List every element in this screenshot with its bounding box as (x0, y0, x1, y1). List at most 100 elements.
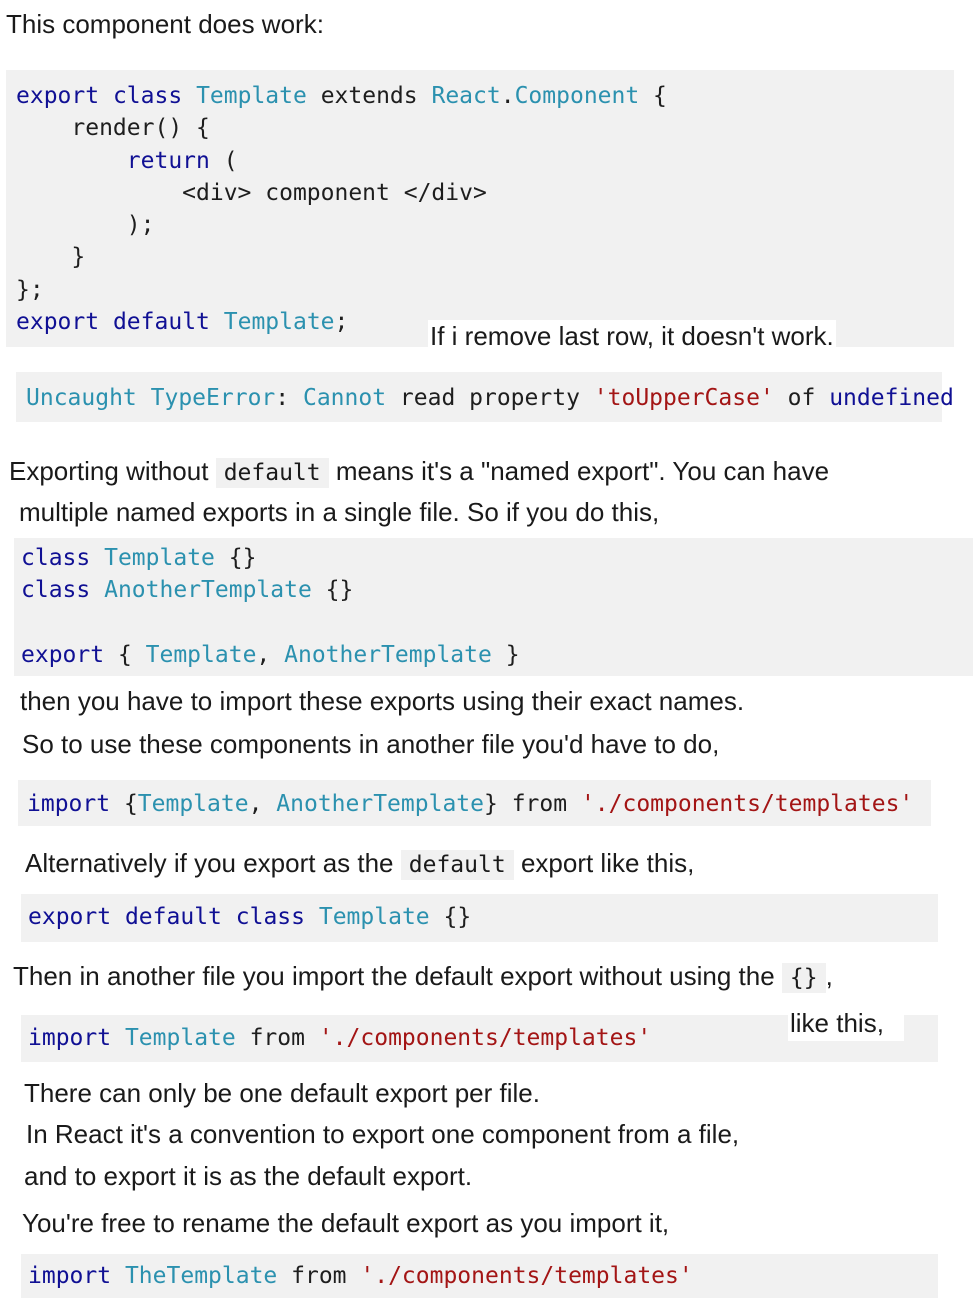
code-token: default (124, 904, 222, 930)
code-token: read property (386, 385, 594, 411)
code-token: <div> component </div> (16, 179, 487, 206)
code-line: Uncaught TypeError: Cannot read property… (26, 382, 954, 414)
code-line: import {Template, AnotherTemplate} from … (27, 788, 931, 820)
code-token: class (112, 83, 183, 109)
code-token: 'toUpperCase' (593, 385, 774, 411)
code-token: Uncaught (26, 385, 137, 411)
code-block-named-exports: class Template {} class AnotherTemplate {… (14, 538, 973, 676)
para-text: export like this, (520, 848, 695, 878)
code-token: Component (514, 83, 640, 109)
code-line: <div> component </div> (16, 177, 954, 209)
code-token: class (235, 904, 305, 930)
code-token: export (21, 641, 105, 668)
code-token: Template (318, 904, 430, 930)
code-token: {} (429, 904, 472, 930)
para-import-names-line1: then you have to import these exports us… (20, 686, 745, 716)
code-token: import (28, 1025, 112, 1051)
code-line: export class Template extends React.Comp… (16, 80, 954, 112)
code-token: Template (137, 791, 249, 817)
code-token: ); (16, 212, 155, 239)
code-token: from (235, 1025, 319, 1051)
code-token: AnotherTemplate (284, 641, 492, 668)
code-token: Template (196, 83, 307, 109)
code-token: return (126, 147, 210, 174)
code-token: extends (306, 83, 432, 109)
code-token: React (431, 83, 501, 109)
para-text: Exporting without (9, 456, 209, 486)
para-one-default-line4: You're free to rename the default export… (22, 1208, 670, 1238)
para-import-default: Then in another file you import the defa… (13, 960, 833, 994)
code-token: export (16, 83, 100, 109)
inline-code-braces: {} (781, 963, 826, 993)
code-token: {} (214, 545, 257, 571)
code-line: class Template {} (21, 542, 973, 574)
code-line: export default class Template {} (28, 901, 938, 933)
code-token: './components/templates' (318, 1025, 652, 1051)
code-line: import TheTemplate from './components/te… (28, 1260, 938, 1292)
code-token: Template (124, 1025, 236, 1051)
code-token: render() { (16, 115, 210, 142)
code-block-error: Uncaught TypeError: Cannot read property… (16, 372, 954, 422)
code-line: ); (16, 209, 954, 241)
code-token: Template (104, 545, 215, 571)
code-token: : (275, 385, 303, 411)
code-token: TypeError (150, 385, 276, 411)
code-token: import (27, 791, 111, 817)
para-text: Alternatively if you export as the (25, 848, 394, 878)
code-token: export (16, 309, 100, 336)
code-token: Cannot (302, 385, 387, 411)
code-token: ; (334, 309, 349, 336)
code-block-import-named: import {Template, AnotherTemplate} from … (18, 780, 931, 826)
code-token: , (248, 791, 277, 817)
code-token: from (277, 1263, 361, 1289)
inline-code-default: default (215, 458, 329, 488)
code-token: } (491, 641, 520, 668)
para-default-export: Alternatively if you export as the defau… (25, 847, 694, 881)
code-block-import-renamed: import TheTemplate from './components/te… (21, 1254, 938, 1298)
code-token: export (28, 904, 112, 930)
para-one-default-line2: In React it's a convention to export one… (26, 1119, 740, 1149)
intro-heading: This component does work: (6, 9, 324, 39)
code-token: './components/templates' (580, 791, 914, 817)
code-block-component: export class Template extends React.Comp… (6, 70, 954, 347)
note-like-this: like this, (788, 1007, 904, 1041)
code-line: render() { (16, 112, 954, 144)
para-text: Then in another file you import the defa… (13, 961, 775, 991)
para-import-names-line2: So to use these components in another fi… (22, 729, 720, 759)
code-token: import (28, 1263, 112, 1289)
code-token: class (21, 577, 91, 604)
code-token: './components/templates' (360, 1263, 693, 1289)
code-block-export-default: export default class Template {} (21, 894, 938, 942)
code-token: , (256, 641, 285, 668)
code-line: } (16, 241, 954, 273)
code-token: . (500, 83, 515, 109)
para-named-export-line1: Exporting without default means it's a "… (9, 455, 829, 489)
code-token: Template (145, 641, 257, 668)
code-token: AnotherTemplate (104, 577, 312, 604)
code-token: class (21, 545, 91, 571)
code-token: }; (16, 276, 44, 303)
code-token: of (773, 385, 830, 411)
code-token: Template (223, 309, 335, 336)
code-line: export { Template, AnotherTemplate } (21, 639, 973, 671)
code-token: { (104, 641, 146, 668)
para-one-default-line3: and to export it is as the default expor… (24, 1161, 473, 1191)
code-token: {} (311, 577, 354, 604)
code-token: } from (484, 791, 581, 817)
code-token: } (16, 244, 86, 271)
inline-code-default: default (400, 850, 514, 880)
code-token: default (112, 309, 210, 336)
para-one-default-line1: There can only be one default export per… (24, 1078, 540, 1108)
